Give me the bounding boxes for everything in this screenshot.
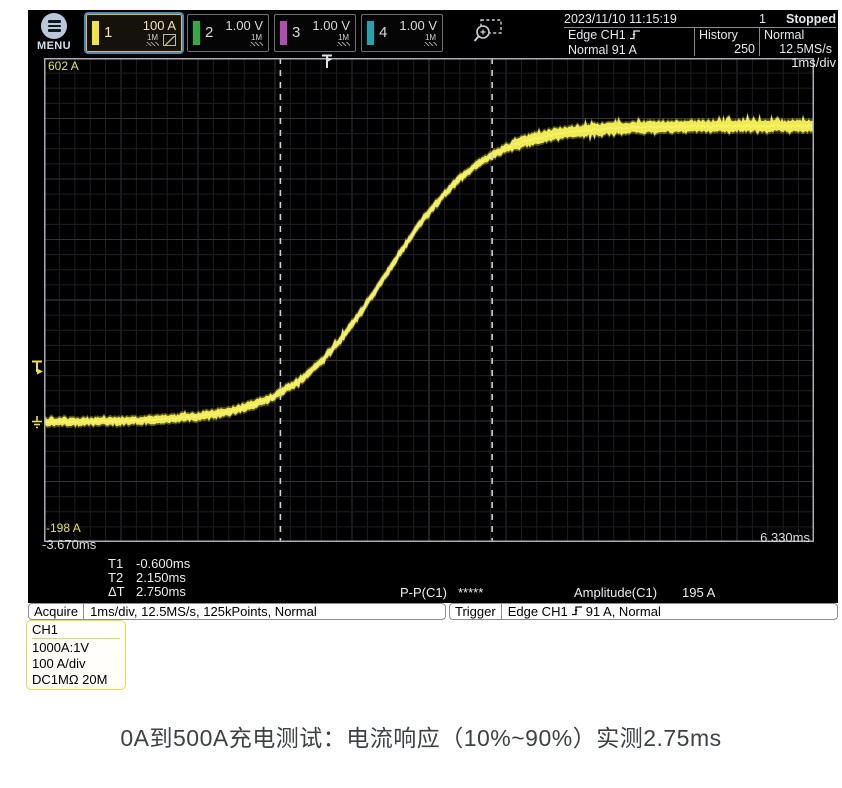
menu-button[interactable]: MENU <box>30 13 78 52</box>
status-bar: Acquire 1ms/div, 12.5MS/s, 125kPoints, N… <box>28 603 838 622</box>
channel-2-number: 2 <box>205 24 213 41</box>
channel-3-scale: 1.00 V <box>312 19 350 32</box>
sample-mode-cell[interactable]: Normal 12.5MS/s <box>760 28 836 56</box>
cursor-measurements: T1-0.600ms T22.150ms ΔT2.750ms <box>108 557 190 599</box>
trigger-level-marker[interactable] <box>31 360 45 375</box>
rising-edge-icon <box>571 604 583 619</box>
time-end-label: 6.330ms <box>760 530 810 545</box>
channel-4-number: 4 <box>379 24 387 41</box>
t1-value: -0.600ms <box>136 557 190 571</box>
history-cell[interactable]: History 250 <box>694 28 760 56</box>
channel-4-scale: 1.00 V <box>399 19 437 32</box>
coupling-bandwidth: DC1MΩ 20M <box>32 672 120 688</box>
y-max-label: 602 A <box>48 59 79 73</box>
channel-chip-1[interactable]: 1 100 A 1M <box>86 14 182 52</box>
ground-marker <box>31 416 43 429</box>
channel-1-number: 1 <box>104 24 112 41</box>
t2-value: 2.150ms <box>136 571 186 585</box>
channel-chips: 1 100 A 1M 2 1.00 <box>86 14 443 52</box>
page: MENU 1 100 A 1M <box>0 0 842 788</box>
scope-header: MENU 1 100 A 1M <box>28 10 838 55</box>
impedance-icon: 1M <box>250 34 263 46</box>
channel-2-scale: 1.00 V <box>225 19 263 32</box>
datetime: 2023/11/10 11:15:19 <box>564 11 714 27</box>
graticule: 602 A -198 A 6.330ms <box>44 58 814 542</box>
run-state[interactable]: Stopped <box>766 11 836 27</box>
channel-3-number: 3 <box>292 24 300 41</box>
probe-icon <box>163 34 176 46</box>
pp-label: P-P(C1) <box>400 585 447 600</box>
channel-3-color-bar <box>280 21 287 45</box>
figure-caption: 0A到500A充电测试：电流响应（10%~90%）实测2.75ms <box>0 719 842 753</box>
channel-4-color-bar <box>367 21 374 45</box>
channel-chip-4[interactable]: 4 1.00 V 1M <box>361 14 443 52</box>
impedance-icon: 1M <box>146 34 159 46</box>
probe-ratio: 1000A:1V <box>32 640 120 656</box>
channel-chip-2[interactable]: 2 1.00 V 1M <box>187 14 269 52</box>
auto-measurements: P-P(C1) ***** Amplitude(C1) 195 A <box>400 585 838 600</box>
impedance-icon: 1M <box>337 34 350 46</box>
acquisition-count: 1 <box>714 11 766 27</box>
trigger-status-cell[interactable]: Trigger Edge CH1 91 A, Normal <box>449 603 838 620</box>
rising-edge-icon <box>629 29 641 43</box>
channel-2-color-bar <box>193 21 200 45</box>
amplitude-label: Amplitude(C1) <box>574 585 657 600</box>
zoom-search-icon[interactable] <box>470 18 504 44</box>
trigger-summary[interactable]: Edge CH1 Normal 91 A <box>564 28 694 56</box>
channel-1-color-bar <box>92 21 99 45</box>
menu-icon <box>41 13 67 39</box>
waveform-plot <box>44 58 814 542</box>
dt-value: 2.750ms <box>136 585 186 599</box>
amplitude-value: 195 A <box>682 585 715 600</box>
impedance-icon: 1M <box>424 34 437 46</box>
channel1-info-box: CH1 1000A:1V 100 A/div DC1MΩ 20M <box>26 620 126 690</box>
trigger-position-marker[interactable] <box>321 54 335 69</box>
acquisition-info-panel: 2023/11/10 11:15:19 1 Stopped Edge CH1 N… <box>564 11 836 56</box>
pp-value: ***** <box>458 585 483 600</box>
vertical-scale: 100 A/div <box>32 656 120 672</box>
time-start-label: -3.670ms <box>42 537 96 552</box>
channel-chip-3[interactable]: 3 1.00 V 1M <box>274 14 356 52</box>
menu-label: MENU <box>30 40 78 52</box>
oscilloscope-screen: MENU 1 100 A 1M <box>28 10 838 622</box>
y-min-label: -198 A <box>46 521 81 535</box>
channel-1-scale: 100 A <box>143 19 176 32</box>
acquire-status-cell[interactable]: Acquire 1ms/div, 12.5MS/s, 125kPoints, N… <box>28 603 446 620</box>
channel1-info-title: CH1 <box>32 622 120 639</box>
timebase-label: 1ms/div <box>791 55 836 70</box>
